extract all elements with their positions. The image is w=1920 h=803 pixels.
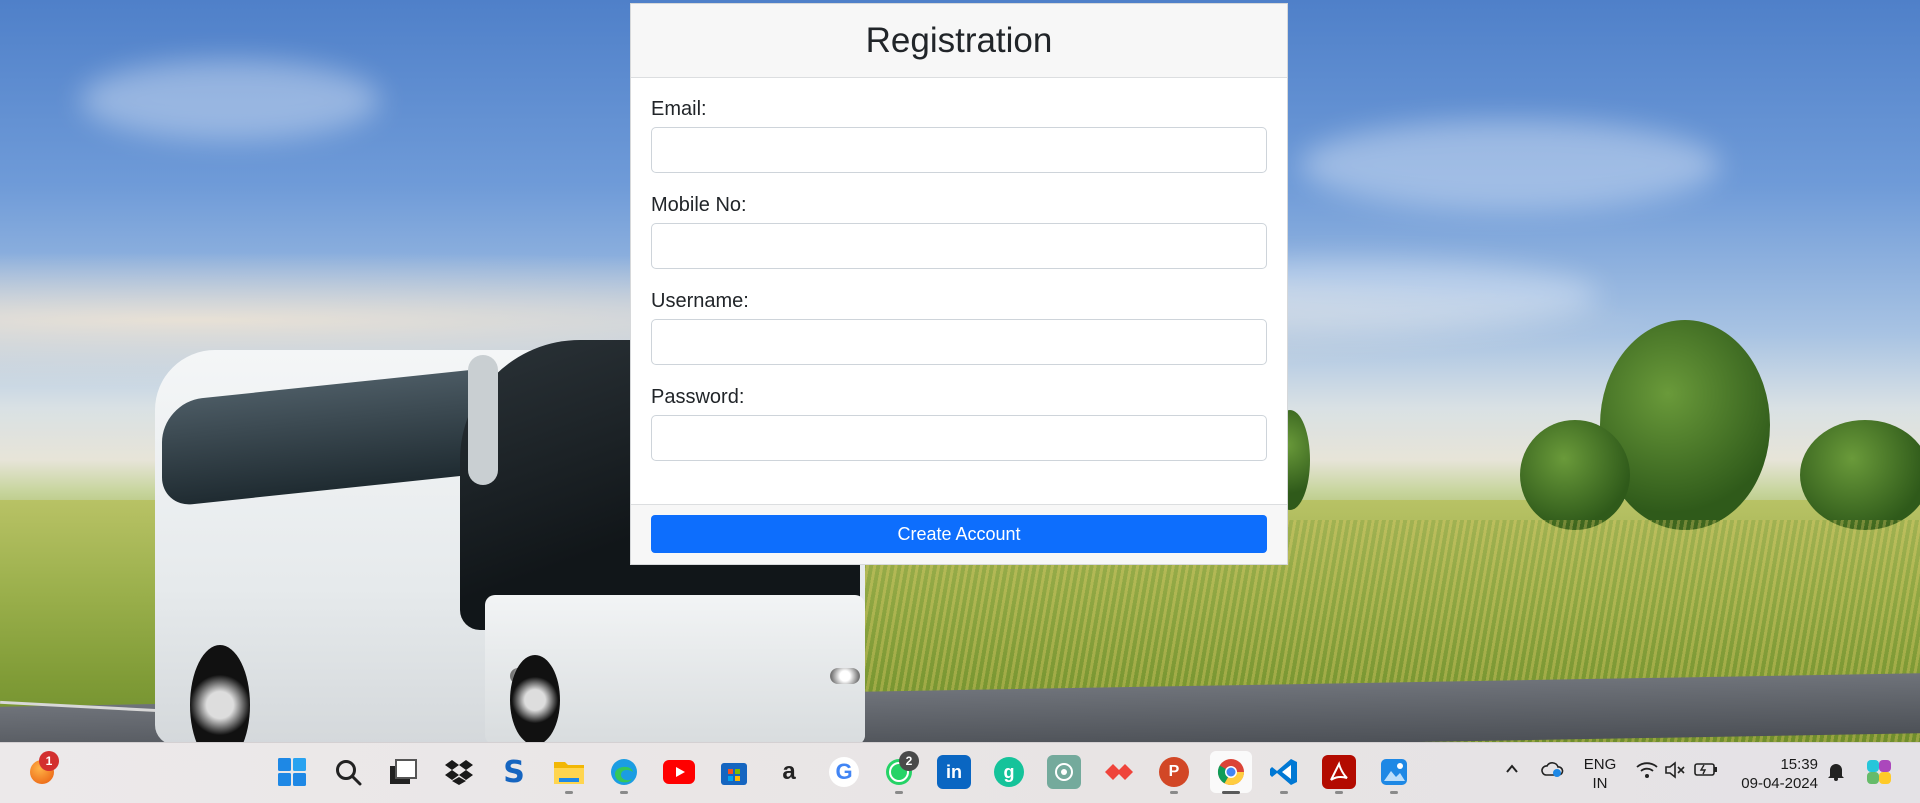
vscode-indicator bbox=[1280, 791, 1288, 794]
language-code: ENG bbox=[1583, 756, 1617, 773]
username-field-group: Username: bbox=[651, 290, 1267, 365]
registration-form: Email: Mobile No: Username: Password: bbox=[631, 78, 1287, 461]
create-account-button[interactable]: Create Account bbox=[651, 515, 1267, 553]
wifi-icon[interactable] bbox=[1636, 761, 1658, 784]
microsoft-store-icon[interactable] bbox=[717, 755, 751, 789]
search-icon[interactable] bbox=[331, 755, 365, 789]
whatsapp-badge: 2 bbox=[899, 751, 919, 771]
chatgpt-icon[interactable] bbox=[1047, 755, 1081, 789]
email-label: Email: bbox=[651, 98, 707, 120]
clock-date: 09-04-2024 bbox=[1741, 775, 1818, 792]
username-label: Username: bbox=[651, 290, 749, 312]
anydesk-icon[interactable] bbox=[1102, 755, 1136, 789]
youtube-icon[interactable] bbox=[662, 755, 696, 789]
edge-icon[interactable] bbox=[607, 755, 641, 789]
clock-time: 15:39 bbox=[1780, 756, 1818, 773]
chrome-indicator bbox=[1222, 791, 1240, 794]
email-field[interactable] bbox=[651, 127, 1267, 173]
amazon-icon[interactable]: a bbox=[772, 755, 806, 789]
username-field[interactable] bbox=[651, 319, 1267, 365]
chrome-icon[interactable] bbox=[1210, 751, 1252, 793]
language-indicator[interactable]: ENG IN bbox=[1580, 755, 1620, 793]
file-explorer-icon[interactable] bbox=[552, 755, 586, 789]
google-icon[interactable]: G bbox=[827, 755, 861, 789]
vscode-icon[interactable] bbox=[1267, 755, 1301, 789]
edge-indicator bbox=[620, 791, 628, 794]
chevron-up-icon[interactable] bbox=[1504, 761, 1520, 782]
page-title: Registration bbox=[865, 20, 1053, 60]
card-header: Registration bbox=[631, 4, 1287, 78]
dropbox-icon[interactable] bbox=[442, 755, 476, 789]
password-field-group: Password: bbox=[651, 386, 1267, 461]
grammarly-icon[interactable]: g bbox=[992, 755, 1026, 789]
notification-bell-icon[interactable] bbox=[1826, 761, 1846, 786]
photos-indicator bbox=[1390, 791, 1398, 794]
mobile-label: Mobile No: bbox=[651, 194, 747, 216]
skype-icon[interactable]: S bbox=[497, 755, 531, 790]
file-explorer-indicator bbox=[565, 791, 573, 794]
widgets-badge: 1 bbox=[39, 751, 59, 771]
whatsapp-indicator bbox=[895, 791, 903, 794]
powerpoint-icon[interactable]: P bbox=[1157, 755, 1191, 789]
acrobat-indicator bbox=[1335, 791, 1343, 794]
registration-card: Registration Email: Mobile No: Username:… bbox=[630, 3, 1288, 565]
copilot-icon[interactable] bbox=[1862, 755, 1896, 789]
mobile-field-group: Mobile No: bbox=[651, 194, 1267, 269]
card-footer: Create Account bbox=[631, 504, 1287, 564]
clock[interactable]: 15:39 09-04-2024 bbox=[1734, 755, 1818, 793]
password-label: Password: bbox=[651, 386, 745, 408]
task-view-icon[interactable] bbox=[386, 755, 420, 789]
linkedin-icon[interactable]: in bbox=[937, 755, 971, 789]
email-field-group: Email: bbox=[651, 98, 1267, 173]
onedrive-sync-icon[interactable] bbox=[1540, 759, 1564, 784]
taskbar: 1 S a G 2 in g P ENG IN 15:39 09-04-2024 bbox=[0, 742, 1920, 803]
start-icon[interactable] bbox=[275, 755, 309, 789]
password-field[interactable] bbox=[651, 415, 1267, 461]
volume-muted-icon[interactable] bbox=[1664, 761, 1686, 784]
battery-charging-icon[interactable] bbox=[1694, 761, 1718, 782]
acrobat-icon[interactable] bbox=[1322, 755, 1356, 789]
language-region: IN bbox=[1592, 775, 1608, 792]
photos-icon[interactable] bbox=[1377, 755, 1411, 789]
powerpoint-indicator bbox=[1170, 791, 1178, 794]
mobile-field[interactable] bbox=[651, 223, 1267, 269]
